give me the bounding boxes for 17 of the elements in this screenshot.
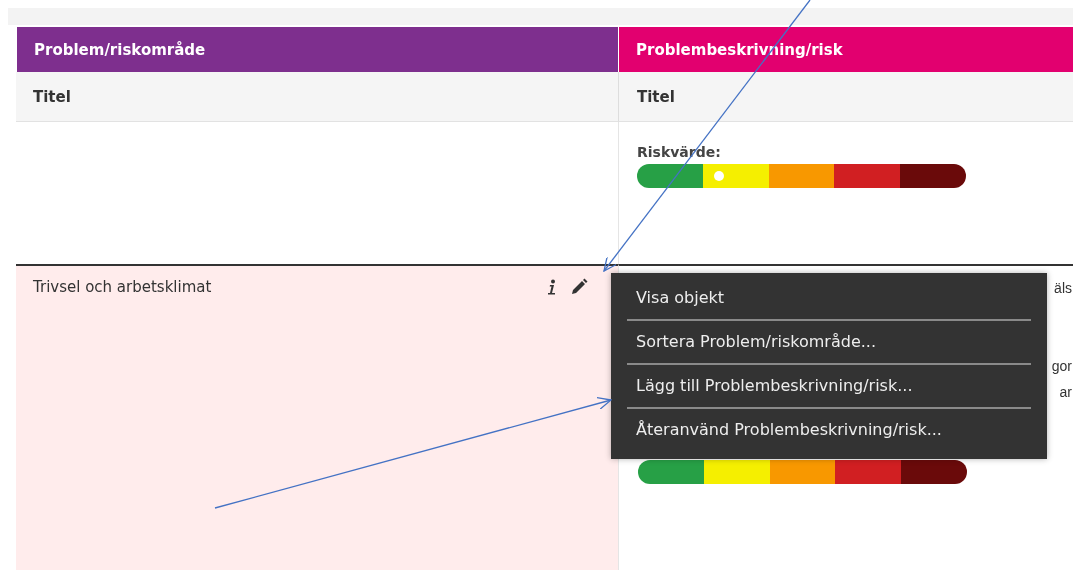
menu-item[interactable]: Återanvänd Problembeskrivning/risk... [627, 409, 1031, 451]
risk-scale[interactable] [638, 460, 967, 484]
column-subheader: Titel [33, 87, 71, 106]
menu-item[interactable]: Visa objekt [627, 277, 1031, 321]
text-fragment: gor [1051, 358, 1072, 374]
column-header: Problem/riskområde [16, 27, 618, 72]
menu-item[interactable]: Sortera Problem/riskområde... [627, 321, 1031, 365]
text-fragment: äls [1054, 280, 1072, 296]
info-icon[interactable] [548, 279, 556, 295]
pencil-icon[interactable] [570, 278, 588, 296]
menu-item[interactable]: Lägg till Problembeskrivning/risk... [627, 365, 1031, 409]
column-header: Problembeskrivning/risk [618, 27, 1073, 72]
column-subheader: Titel [637, 87, 675, 106]
risk-scale[interactable] [637, 164, 966, 188]
text-fragment: ar [1059, 384, 1072, 400]
row-title: Trivsel och arbetsklimat [33, 278, 212, 296]
risk-slider-thumb[interactable] [714, 171, 725, 181]
